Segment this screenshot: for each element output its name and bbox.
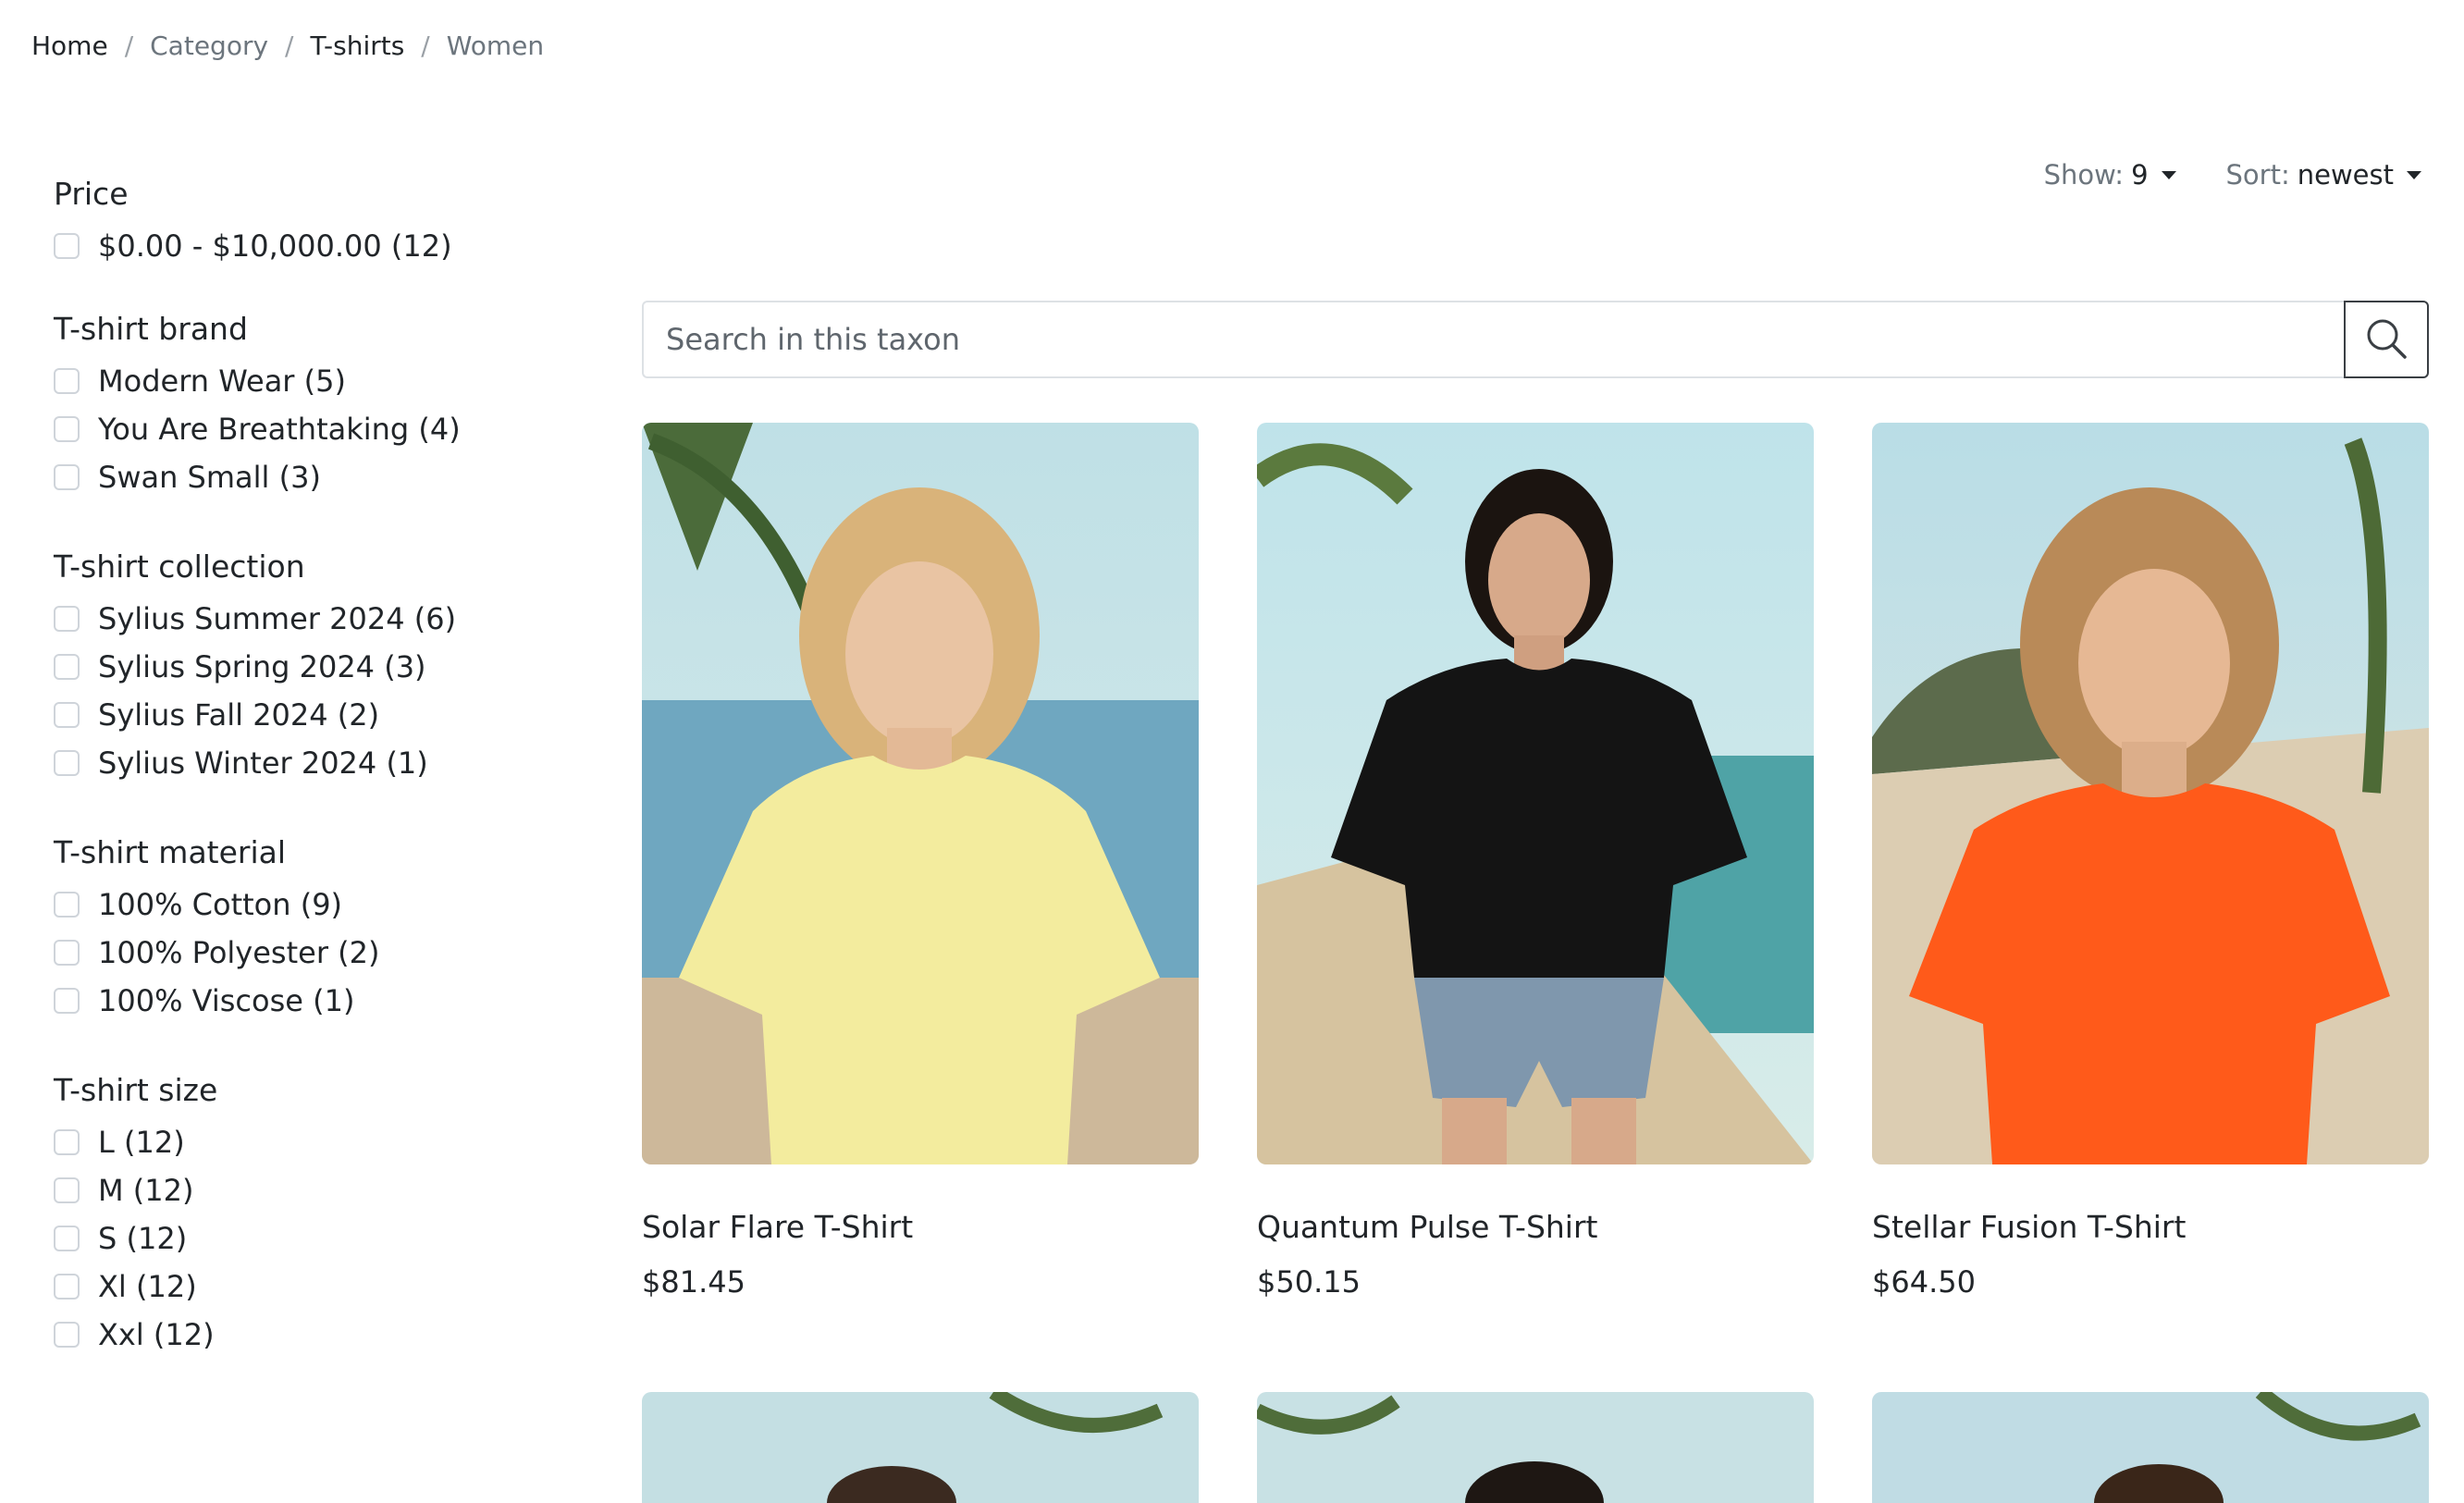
filter-option-modern-wear[interactable]: Modern Wear (5)	[54, 357, 572, 405]
filter-option-label: Sylius Spring 2024 (3)	[98, 649, 426, 684]
caret-down-icon	[2161, 170, 2176, 179]
filter-option-label: Sylius Fall 2024 (2)	[98, 697, 380, 733]
product-name[interactable]: Quantum Pulse T-Shirt	[1257, 1209, 1597, 1245]
product-image[interactable]	[1257, 423, 1814, 1164]
filter-option-size-l[interactable]: L (12)	[54, 1118, 572, 1166]
sort-label: Sort:	[2225, 159, 2290, 191]
filter-option-label: Xl (12)	[98, 1269, 197, 1304]
checkbox[interactable]	[54, 464, 80, 490]
breadcrumb-tshirts-link[interactable]: T-shirts	[310, 31, 404, 61]
filter-option-fall-2024[interactable]: Sylius Fall 2024 (2)	[54, 691, 572, 739]
filter-title-collection: T-shirt collection	[54, 548, 305, 585]
filter-option-label: $0.00 - $10,000.00 (12)	[98, 228, 452, 264]
breadcrumb-separator: /	[421, 30, 430, 61]
product-image[interactable]	[1257, 1392, 1814, 1503]
filter-option-polyester[interactable]: 100% Polyester (2)	[54, 929, 572, 977]
filter-option-label: 100% Polyester (2)	[98, 935, 380, 970]
product-image[interactable]	[1872, 1392, 2429, 1503]
product-price: $81.45	[642, 1264, 745, 1300]
filter-option-swan-small[interactable]: Swan Small (3)	[54, 453, 572, 501]
breadcrumb: Home / Category / T-shirts / Women	[31, 24, 544, 67]
filter-group-brand: T-shirt brand Modern Wear (5) You Are Br…	[54, 302, 572, 501]
checkbox[interactable]	[54, 940, 80, 966]
filter-option-cotton[interactable]: 100% Cotton (9)	[54, 881, 572, 929]
checkbox[interactable]	[54, 1129, 80, 1155]
product-image[interactable]	[1872, 423, 2429, 1164]
product-card[interactable]: Quantum Pulse T-Shirt $50.15	[1257, 423, 1814, 1300]
filter-option-label: Sylius Winter 2024 (1)	[98, 745, 428, 781]
filter-option-label: Modern Wear (5)	[98, 363, 346, 399]
filter-option-price-range[interactable]: $0.00 - $10,000.00 (12)	[54, 222, 572, 270]
product-price: $50.15	[1257, 1264, 1361, 1300]
caret-down-icon	[2407, 170, 2421, 179]
product-image[interactable]	[642, 1392, 1199, 1503]
search-icon	[2364, 316, 2409, 363]
filter-option-viscose[interactable]: 100% Viscose (1)	[54, 977, 572, 1025]
filter-option-label: L (12)	[98, 1125, 185, 1160]
filter-option-size-m[interactable]: M (12)	[54, 1166, 572, 1214]
filter-option-label: 100% Viscose (1)	[98, 983, 355, 1018]
breadcrumb-separator: /	[124, 30, 134, 61]
checkbox[interactable]	[54, 702, 80, 728]
filter-option-label: You Are Breathtaking (4)	[98, 412, 461, 447]
search-button[interactable]	[2344, 301, 2429, 378]
filter-group-price: Price $0.00 - $10,000.00 (12)	[54, 166, 572, 270]
filter-option-label: Swan Small (3)	[98, 460, 321, 495]
checkbox[interactable]	[54, 368, 80, 394]
filter-title-price: Price	[54, 176, 129, 212]
product-card[interactable]	[1872, 1392, 2429, 1503]
filter-option-size-xxl[interactable]: Xxl (12)	[54, 1311, 572, 1359]
filter-sidebar: Price $0.00 - $10,000.00 (12) T-shirt br…	[54, 166, 572, 1359]
filter-option-size-s[interactable]: S (12)	[54, 1214, 572, 1263]
product-card[interactable]	[1257, 1392, 1814, 1503]
product-name[interactable]: Solar Flare T-Shirt	[642, 1209, 913, 1245]
filter-group-material: T-shirt material 100% Cotton (9) 100% Po…	[54, 825, 572, 1025]
checkbox[interactable]	[54, 416, 80, 442]
search-input[interactable]	[642, 301, 2344, 378]
filter-group-collection: T-shirt collection Sylius Summer 2024 (6…	[54, 539, 572, 787]
checkbox[interactable]	[54, 233, 80, 259]
product-image[interactable]	[642, 423, 1199, 1164]
checkbox[interactable]	[54, 1226, 80, 1251]
filter-option-label: Sylius Summer 2024 (6)	[98, 601, 457, 636]
breadcrumb-category: Category	[150, 30, 269, 61]
product-card[interactable]	[642, 1392, 1199, 1503]
show-label: Show:	[2043, 159, 2125, 191]
breadcrumb-separator: /	[285, 30, 294, 61]
filter-option-spring-2024[interactable]: Sylius Spring 2024 (3)	[54, 643, 572, 691]
show-value: 9	[2131, 159, 2149, 191]
checkbox[interactable]	[54, 654, 80, 680]
filter-option-summer-2024[interactable]: Sylius Summer 2024 (6)	[54, 595, 572, 643]
show-dropdown[interactable]: Show: 9	[2044, 159, 2176, 191]
checkbox[interactable]	[54, 1177, 80, 1203]
checkbox[interactable]	[54, 606, 80, 632]
checkbox[interactable]	[54, 1322, 80, 1348]
sort-value: newest	[2297, 159, 2394, 191]
product-name[interactable]: Stellar Fusion T-Shirt	[1872, 1209, 2186, 1245]
filter-option-you-are-breathtaking[interactable]: You Are Breathtaking (4)	[54, 405, 572, 453]
filter-option-label: 100% Cotton (9)	[98, 887, 343, 922]
filter-group-size: T-shirt size L (12) M (12) S (12) Xl (12…	[54, 1063, 572, 1359]
filter-option-size-xl[interactable]: Xl (12)	[54, 1263, 572, 1311]
product-price: $64.50	[1872, 1264, 1976, 1300]
listing-controls: Show: 9 Sort: newest	[1994, 159, 2421, 191]
product-card[interactable]: Solar Flare T-Shirt $81.45	[642, 423, 1199, 1300]
filter-title-material: T-shirt material	[54, 834, 287, 870]
filter-title-size: T-shirt size	[54, 1072, 218, 1108]
checkbox[interactable]	[54, 988, 80, 1014]
sort-dropdown[interactable]: Sort: newest	[2226, 159, 2421, 191]
filter-option-winter-2024[interactable]: Sylius Winter 2024 (1)	[54, 739, 572, 787]
filter-option-label: Xxl (12)	[98, 1317, 215, 1352]
breadcrumb-home-link[interactable]: Home	[31, 31, 108, 61]
filter-option-label: M (12)	[98, 1173, 194, 1208]
checkbox[interactable]	[54, 892, 80, 918]
filter-title-brand: T-shirt brand	[54, 311, 248, 347]
checkbox[interactable]	[54, 1274, 80, 1300]
checkbox[interactable]	[54, 750, 80, 776]
product-card[interactable]: Stellar Fusion T-Shirt $64.50	[1872, 423, 2429, 1300]
taxon-search	[642, 301, 2429, 378]
filter-option-label: S (12)	[98, 1221, 188, 1256]
breadcrumb-current: Women	[446, 30, 545, 61]
